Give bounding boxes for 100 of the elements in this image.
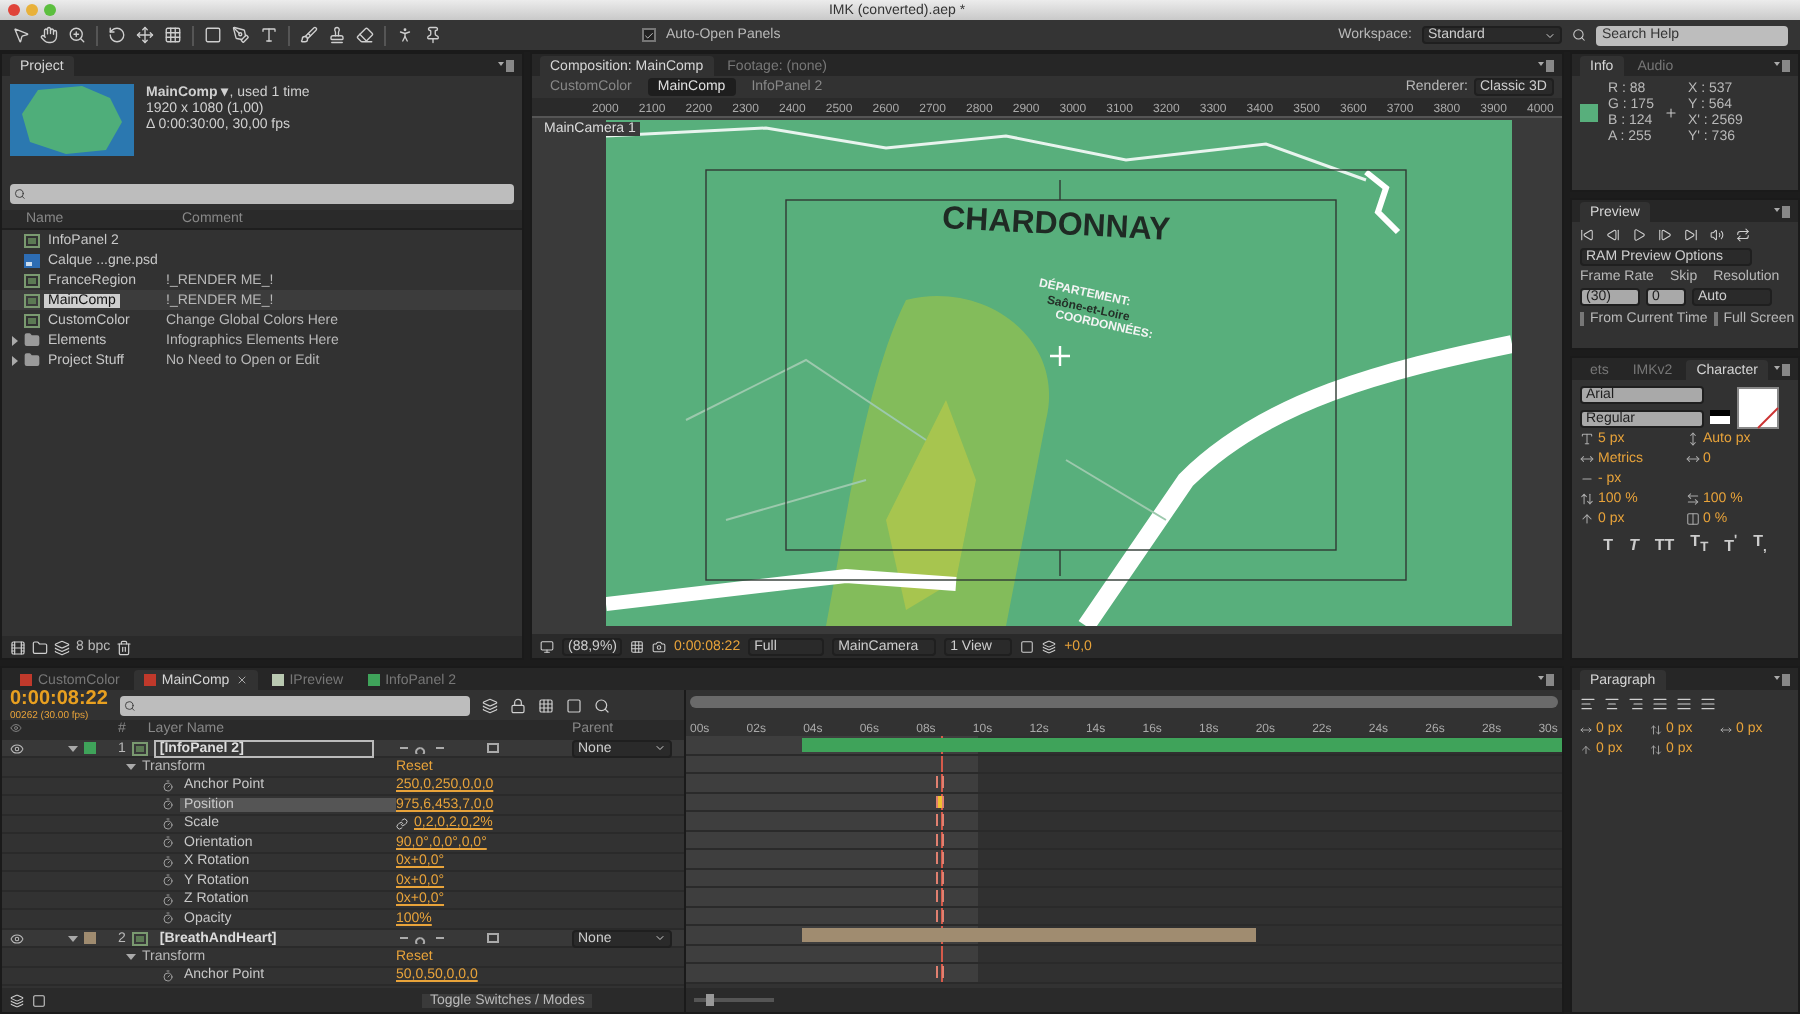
keyframe-marker-icon[interactable] <box>936 795 945 807</box>
previous-frame-icon[interactable] <box>1606 227 1620 241</box>
text-style-button[interactable]: T$^{'}$ <box>1724 533 1738 555</box>
snapshot-icon[interactable] <box>652 639 666 653</box>
keyframe-marker-icon[interactable] <box>936 833 945 845</box>
visibility-icon[interactable] <box>10 931 24 945</box>
trash-icon[interactable] <box>116 639 133 655</box>
type-icon <box>1580 432 1594 446</box>
align-center-icon[interactable] <box>1604 696 1620 712</box>
stopwatch-icon[interactable] <box>162 798 174 811</box>
pin-tool-icon[interactable] <box>424 26 442 44</box>
disclosure-triangle-icon[interactable] <box>126 951 136 962</box>
panel-menu-icon[interactable] <box>1774 206 1790 218</box>
panel-menu-icon[interactable] <box>1538 60 1554 72</box>
keyframe-marker-icon[interactable] <box>936 909 945 921</box>
justify-icon[interactable] <box>1700 696 1716 712</box>
always-preview-icon[interactable] <box>540 639 554 653</box>
audio-icon[interactable] <box>1710 227 1724 241</box>
stopwatch-icon[interactable] <box>162 874 174 887</box>
stopwatch-icon[interactable] <box>162 893 174 906</box>
stopwatch-icon[interactable] <box>162 969 174 982</box>
keyframe-marker-icon[interactable] <box>936 871 945 883</box>
justify-icon[interactable] <box>1676 696 1692 712</box>
keyframe-marker-icon[interactable] <box>936 966 945 978</box>
panel-menu-icon[interactable] <box>1774 60 1790 72</box>
stopwatch-icon[interactable] <box>162 779 174 792</box>
play-icon[interactable] <box>1632 227 1646 241</box>
search-field[interactable] <box>10 184 514 204</box>
zoom-tool-icon[interactable] <box>68 26 86 44</box>
rotate-tool-icon[interactable] <box>108 26 126 44</box>
left-right-arrow-icon <box>1685 492 1699 506</box>
visibility-icon <box>10 722 22 735</box>
indent-icon <box>1580 743 1592 755</box>
keyframe-marker-icon[interactable] <box>936 852 945 864</box>
new-folder-icon[interactable] <box>32 639 48 655</box>
puppet-tool-icon[interactable] <box>396 26 414 44</box>
type-tool-icon[interactable] <box>260 26 278 44</box>
crosshair-icon <box>1663 105 1678 119</box>
caret-icon <box>1544 29 1556 41</box>
checkbox[interactable] <box>642 28 656 42</box>
label-color[interactable] <box>84 932 96 944</box>
keyframe-marker-icon[interactable] <box>936 776 945 788</box>
keyframe-marker-icon[interactable] <box>936 814 945 826</box>
checkbox[interactable] <box>1713 311 1718 325</box>
up-arrow-icon <box>1580 512 1594 526</box>
last-frame-icon[interactable] <box>1684 227 1698 241</box>
layers-icon[interactable] <box>1042 639 1057 653</box>
stopwatch-icon[interactable] <box>162 817 174 830</box>
grid-icon[interactable] <box>630 639 644 653</box>
panel-menu-icon[interactable] <box>1774 674 1790 686</box>
panel-menu-icon[interactable] <box>1774 364 1790 376</box>
horizontal-arrows-icon <box>1685 452 1699 466</box>
next-frame-icon[interactable] <box>1658 227 1672 241</box>
vertical-arrows-icon <box>1685 432 1699 446</box>
disclosure-triangle-icon[interactable] <box>68 933 78 943</box>
indent-icon <box>1580 723 1592 735</box>
visibility-icon[interactable] <box>10 741 24 755</box>
eraser-tool-icon[interactable] <box>356 26 374 44</box>
stopwatch-icon[interactable] <box>162 836 174 849</box>
close-icon[interactable] <box>235 674 248 686</box>
text-style-button[interactable]: T <box>1629 535 1639 553</box>
current-timecode[interactable]: 0:00:08:22 <box>10 688 108 710</box>
text-style-button[interactable]: T <box>1603 535 1613 553</box>
text-style-button[interactable]: T$_{T}$ <box>1690 532 1709 556</box>
align-left-icon[interactable] <box>1580 696 1596 712</box>
label-color[interactable] <box>84 742 96 754</box>
disclosure-triangle-icon[interactable] <box>68 743 78 753</box>
disclosure-triangle-icon[interactable] <box>10 335 20 345</box>
pen-tool-icon[interactable] <box>232 26 250 44</box>
indent-icon <box>1650 723 1662 735</box>
stamp-tool-icon[interactable] <box>328 26 346 44</box>
columns-icon <box>1685 512 1699 526</box>
panel-menu-icon[interactable] <box>1538 674 1554 686</box>
search-icon[interactable] <box>123 699 136 711</box>
fill-stroke-swatches-icon[interactable] <box>1710 386 1782 430</box>
disclosure-triangle-icon[interactable] <box>10 355 20 365</box>
disclosure-triangle-icon[interactable] <box>126 761 136 772</box>
stopwatch-icon[interactable] <box>162 912 174 925</box>
link-icon[interactable] <box>396 817 408 830</box>
first-frame-icon[interactable] <box>1580 227 1594 241</box>
justify-icon[interactable] <box>1652 696 1668 712</box>
caret-icon <box>654 932 666 944</box>
text-style-button[interactable]: T$_{,}$ <box>1753 532 1767 556</box>
panel-menu-icon[interactable] <box>498 60 514 72</box>
loop-icon[interactable] <box>1736 227 1750 241</box>
map-title: CHARDONNAY <box>941 202 1171 250</box>
shape-tool-icon[interactable] <box>204 26 222 44</box>
indent-icon <box>1650 743 1662 755</box>
stopwatch-icon[interactable] <box>162 855 174 868</box>
composition-icon <box>131 741 148 755</box>
interpret-footage-icon[interactable] <box>10 639 26 655</box>
hand-tool-icon[interactable] <box>40 26 58 44</box>
align-right-icon[interactable] <box>1628 696 1644 712</box>
selection-tool-icon[interactable] <box>12 26 30 44</box>
text-style-button[interactable]: TT <box>1654 535 1675 553</box>
search-field[interactable] <box>119 695 470 715</box>
keyframe-marker-icon[interactable] <box>936 890 945 902</box>
search-icon[interactable] <box>14 188 26 200</box>
brush-tool-icon[interactable] <box>300 26 318 44</box>
window-close-button[interactable] <box>8 4 20 16</box>
